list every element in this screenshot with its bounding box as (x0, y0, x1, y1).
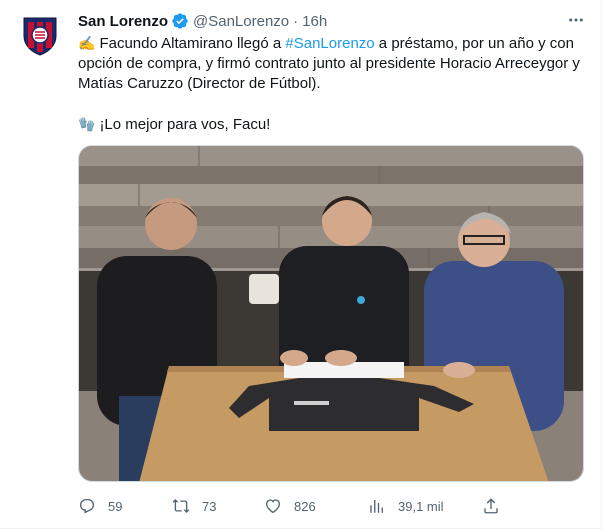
tweet-paragraph-1: ✍️ Facundo Altamirano llegó a #SanLorenzo… (78, 33, 588, 94)
photo-illustration (79, 146, 583, 481)
club-crest-icon (23, 17, 57, 56)
like-button[interactable]: 826 (264, 492, 316, 520)
share-button[interactable] (482, 492, 512, 520)
timestamp[interactable]: 16h (302, 13, 327, 30)
separator-dot: · (293, 12, 299, 30)
text-segment: ¡Lo mejor para vos, Facu! (99, 116, 271, 133)
tweet-paragraph-2: 🧤 ¡Lo mejor para vos, Facu! (78, 114, 588, 135)
more-options-button[interactable] (565, 9, 587, 31)
retweet-icon (172, 499, 190, 513)
hashtag-link[interactable]: #SanLorenzo (285, 35, 374, 52)
tweet-text: ✍️ Facundo Altamirano llegó a #SanLorenzo… (78, 33, 588, 135)
reply-button[interactable]: 59 (78, 492, 122, 520)
avatar[interactable] (16, 12, 64, 60)
text-segment: Facundo Altamirano llegó a (99, 35, 286, 52)
writing-hand-emoji: ✍️ (78, 35, 96, 51)
share-icon (484, 498, 498, 514)
reply-count: 59 (108, 498, 123, 514)
glove-emoji: 🧤 (78, 116, 96, 132)
views-count: 39,1 mil (398, 498, 444, 514)
handle[interactable]: @SanLorenzo (193, 13, 289, 30)
display-name[interactable]: San Lorenzo (78, 13, 168, 30)
views-icon (370, 500, 383, 513)
like-count: 826 (294, 498, 316, 514)
tweet-header: San Lorenzo @SanLorenzo · 16h (78, 11, 587, 31)
like-icon (265, 499, 281, 514)
retweet-button[interactable]: 73 (172, 492, 216, 520)
reply-icon (79, 498, 95, 514)
tweet-card[interactable]: San Lorenzo @SanLorenzo · 16h ✍️ Facundo … (0, 0, 602, 529)
more-options-icon (569, 18, 583, 22)
retweet-count: 73 (202, 498, 217, 514)
verified-badge-icon (171, 12, 189, 30)
views-button[interactable]: 39,1 mil (368, 492, 444, 520)
tweet-photo[interactable] (78, 145, 584, 482)
tweet-actions: 59 73 826 39,1 mil (78, 492, 588, 520)
